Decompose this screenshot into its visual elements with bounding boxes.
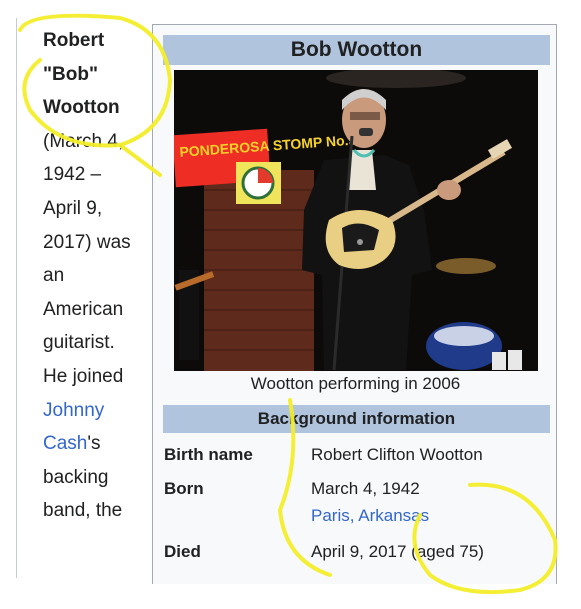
born-date-value: March 4, 1942 bbox=[311, 479, 420, 498]
article-subject-name: Robert "Bob" Wootton bbox=[43, 30, 120, 119]
article-intro-text: (March 4, 1942 – April 9, 2017) was an A… bbox=[43, 130, 131, 387]
infobox: Bob Wootton PONDEROSA STOMP No.5 Wootton… bbox=[152, 24, 557, 584]
background-info-header: Background information bbox=[163, 405, 550, 433]
born-label: Born bbox=[164, 479, 204, 498]
performer-photo[interactable]: PONDEROSA STOMP No.5 bbox=[174, 70, 538, 371]
infobox-title: Bob Wootton bbox=[163, 35, 550, 65]
birth-name-label: Birth name bbox=[164, 445, 253, 464]
performer-photo-illustration: PONDEROSA STOMP No.5 bbox=[174, 70, 538, 371]
died-label: Died bbox=[164, 542, 201, 561]
paris-arkansas-link[interactable]: Paris, Arkansas bbox=[311, 506, 429, 525]
article-intro-paragraph: Robert "Bob" Wootton (March 4, 1942 – Ap… bbox=[43, 24, 143, 528]
birth-name-value: Robert Clifton Wootton bbox=[311, 445, 483, 464]
birthplace-value: Paris, Arkansas bbox=[311, 504, 551, 528]
photo-caption: Wootton performing in 2006 bbox=[250, 374, 461, 393]
died-value: April 9, 2017 (aged 75) bbox=[311, 542, 484, 561]
article-column: Robert "Bob" Wootton (March 4, 1942 – Ap… bbox=[16, 18, 147, 578]
